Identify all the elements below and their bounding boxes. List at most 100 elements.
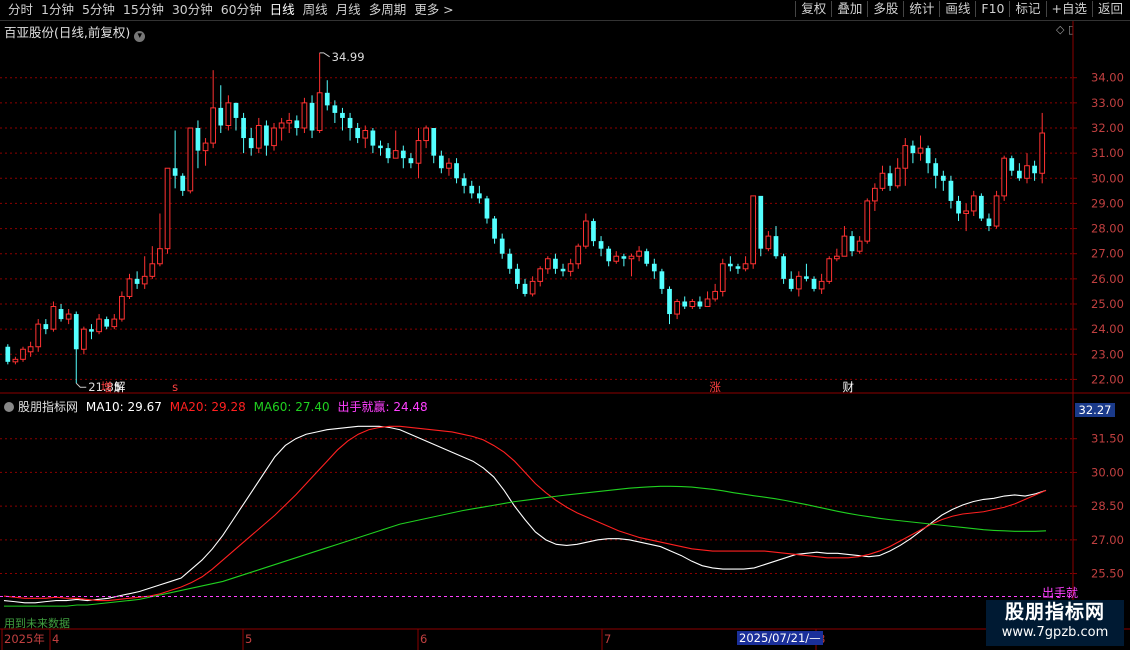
candle-body-down: [484, 198, 490, 219]
candle-body-up: [582, 220, 589, 247]
candle-body-up: [841, 235, 848, 257]
candle-body-up: [35, 323, 42, 348]
indicator-tick-label: 31.50: [1091, 432, 1124, 446]
candle-body-down: [887, 173, 893, 186]
candle-body-up: [423, 127, 429, 142]
candle-body-up: [719, 263, 726, 292]
candle-body-down: [978, 195, 984, 219]
candle-body-up: [795, 275, 802, 290]
price-tick-label: 32.00: [1091, 121, 1124, 135]
candle-body-down: [431, 128, 437, 156]
price-tick-label: 29.00: [1091, 196, 1124, 210]
candle-body-down: [461, 178, 467, 186]
xaxis-label: 7: [604, 632, 611, 646]
candle-body-up: [81, 328, 87, 350]
candle-body-down: [644, 251, 650, 264]
candle-body-down: [477, 193, 482, 199]
candle-body-down: [606, 248, 612, 262]
candle-body-down: [233, 102, 239, 118]
candle-body-down: [788, 278, 794, 289]
candle-body-down: [378, 145, 383, 149]
candle-body-down: [758, 195, 764, 249]
candle-body-down: [294, 120, 300, 128]
candle-body-down: [492, 218, 497, 239]
ma20-legend: MA20: 29.28: [169, 400, 246, 414]
candle-body-up: [826, 258, 833, 282]
candle-body-up: [864, 200, 871, 242]
candle-body-up: [963, 210, 969, 214]
event-marker: s: [172, 380, 178, 394]
candle-body-up: [96, 318, 102, 333]
price-tick-label: 28.00: [1091, 222, 1124, 236]
candle-body-down: [940, 175, 946, 181]
xaxis-label: 4: [52, 632, 59, 646]
candle-body-up: [392, 150, 399, 159]
price-tick-label: 34.00: [1091, 71, 1124, 85]
price-tick-label: 26.00: [1091, 272, 1124, 286]
candle-body-down: [180, 175, 186, 191]
candle-body-up: [894, 167, 901, 187]
candle-body-down: [324, 92, 330, 106]
candle-body-up: [970, 195, 977, 212]
candle-body-down: [438, 155, 444, 169]
candle-body-down: [58, 309, 64, 320]
candle-body-down: [591, 221, 596, 242]
candle-body-up: [187, 127, 194, 192]
candle-body-up: [278, 122, 285, 129]
candle-body-down: [5, 346, 11, 362]
candle-body-up: [301, 102, 308, 129]
candle-body-down: [621, 256, 627, 259]
event-marker: 解: [114, 380, 126, 394]
price-tick-label: 30.00: [1091, 171, 1124, 185]
candle-body-up: [636, 250, 642, 257]
watermark-url: www.7gpzb.com: [1001, 625, 1109, 640]
candle-body-down: [849, 236, 855, 252]
candle-body-up: [879, 172, 886, 189]
candle-body-down: [454, 163, 459, 179]
candle-body-up: [544, 258, 551, 270]
price-tick-label: 33.00: [1091, 96, 1124, 110]
candle-body-up: [12, 358, 19, 363]
candle-body-down: [241, 117, 246, 139]
candle-body-up: [1001, 157, 1008, 197]
candle-body-up: [126, 278, 133, 297]
ma10-legend: MA10: 29.67: [85, 400, 162, 414]
candle-body-down: [332, 105, 338, 113]
candle-body-down: [355, 128, 361, 139]
candle-body-up: [210, 107, 217, 144]
candle-body-up: [157, 248, 163, 265]
candle-body-down: [804, 276, 809, 279]
price-tick-label: 23.00: [1091, 347, 1124, 361]
candle-body-down: [781, 256, 786, 279]
candle-body-down: [727, 263, 733, 267]
candle-body-up: [255, 124, 262, 149]
candle-body-up: [446, 162, 452, 169]
candle-body-up: [529, 280, 536, 295]
price-tick-label: 24.00: [1091, 322, 1124, 336]
candle-body-down: [811, 278, 817, 289]
candle-body-down: [347, 117, 353, 128]
price-chart: 22.00 23.00 24.00 25.00 26.00 27.00 28.00 29.00…: [0, 21, 1130, 650]
chujiu-legend: 出手就赢: 24.48: [337, 400, 428, 414]
candle-body-down: [172, 168, 178, 176]
indicator-legend: 股朋指标网 MA10: 29.67 MA20: 29.28 MA60: 27.4…: [4, 398, 428, 415]
candle-body-up: [902, 145, 909, 169]
candle-body-up: [872, 187, 878, 202]
candle-body-up: [316, 92, 323, 132]
candle-body-down: [948, 180, 954, 201]
indicator-line-ma20: [3, 425, 1047, 602]
indicator-tick-label: 27.00: [1091, 533, 1124, 547]
candle-body-up: [225, 102, 232, 126]
candle-body-down: [400, 150, 406, 159]
candle-body-up: [765, 235, 772, 250]
candle-body-down: [499, 238, 505, 254]
candle-body-down: [659, 271, 665, 289]
candle-body-down: [910, 145, 916, 154]
settings-circle-icon[interactable]: [4, 402, 14, 412]
candle-body-down: [933, 163, 939, 176]
candle-body-up: [833, 255, 840, 260]
candle-body-down: [385, 148, 391, 159]
xaxis-label: 2025年: [4, 632, 45, 646]
candle-body-down: [1017, 170, 1022, 179]
crosshair-date-tag: 2025/07/21/—: [737, 631, 823, 645]
